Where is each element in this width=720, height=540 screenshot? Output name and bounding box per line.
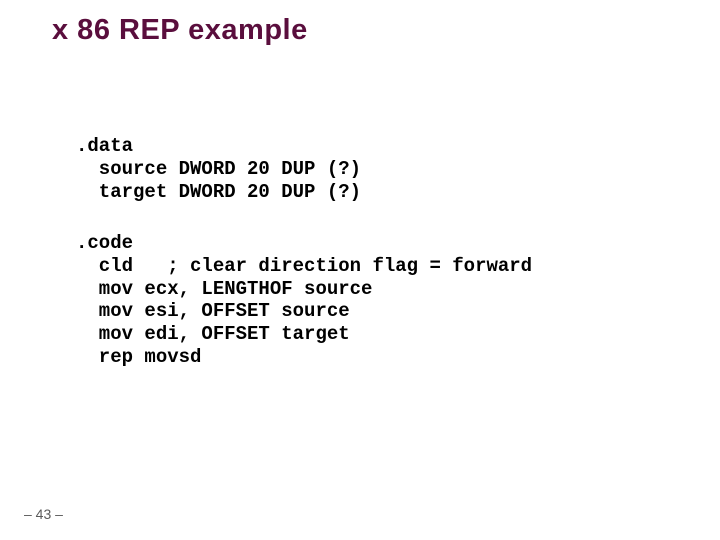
data-section-code: .data source DWORD 20 DUP (?) target DWO… (76, 135, 361, 203)
slide-title: x 86 REP example (52, 14, 308, 47)
code-section-code: .code cld ; clear direction flag = forwa… (76, 232, 532, 369)
page-number: – 43 – (24, 506, 63, 522)
